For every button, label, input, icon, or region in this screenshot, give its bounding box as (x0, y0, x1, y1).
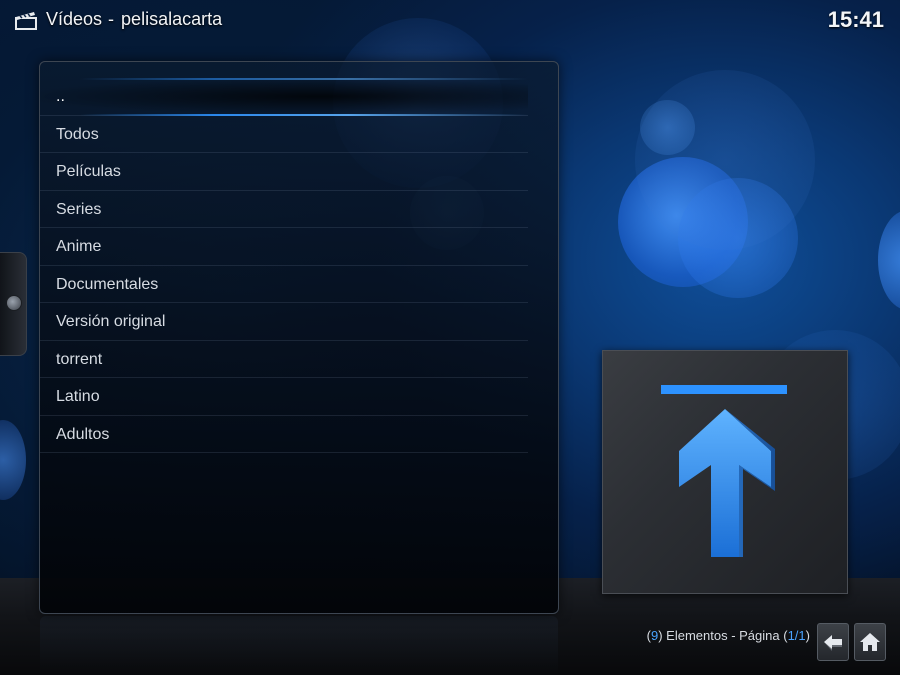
list-item[interactable]: torrent (40, 341, 528, 378)
list-item[interactable]: Películas (40, 153, 528, 191)
clapperboard-icon (14, 9, 38, 31)
list-item[interactable]: Todos (40, 116, 528, 153)
item-counter: (9) Elementos - Página (1/1) (646, 628, 810, 643)
back-arrow-icon (824, 635, 842, 651)
list-item[interactable]: Documentales (40, 266, 528, 303)
page-indicator: 1/1 (787, 628, 806, 643)
list-item-label: .. (56, 88, 65, 105)
list-item-label: Películas (56, 163, 121, 180)
section-name: Vídeos (46, 9, 103, 29)
home-icon (860, 633, 880, 651)
header-bar: Vídeos - pelisalacarta 15:41 (0, 0, 900, 42)
bokeh-bubble (0, 420, 26, 500)
side-menu-knob-icon (6, 295, 22, 311)
clock: 15:41 (827, 7, 884, 32)
list-item[interactable]: Latino (40, 378, 528, 416)
bokeh-bubble (878, 210, 900, 310)
addon-name: pelisalacarta (121, 9, 223, 29)
list-item-label: Versión original (56, 313, 166, 330)
list-item-label: Series (56, 200, 102, 218)
home-button[interactable] (854, 623, 886, 661)
file-list-panel: .. Todos Películas Series Anime Documentales V… (39, 61, 559, 614)
list-item[interactable]: Adultos (40, 416, 528, 453)
parent-folder-item[interactable]: .. (40, 78, 528, 116)
list-item[interactable]: Anime (40, 228, 528, 266)
list-item-label: Adultos (56, 425, 110, 443)
list-item-label: torrent (56, 350, 103, 368)
list-item-label: Documentales (56, 275, 159, 293)
page-title: Vídeos - pelisalacarta (46, 9, 222, 30)
elements-page-label: Elementos - Página (662, 628, 784, 643)
panel-reflection (40, 616, 558, 675)
list-item-label: Anime (56, 238, 102, 255)
list-item-label: Todos (56, 125, 99, 143)
title-separator: - (108, 9, 115, 29)
side-menu-tab[interactable] (0, 252, 27, 356)
back-button[interactable] (817, 623, 849, 661)
focus-highlight-top (80, 78, 528, 80)
bokeh-bubble (635, 70, 815, 250)
folder-up-arrow-icon (661, 385, 787, 557)
bokeh-bubble (640, 100, 695, 155)
file-list: .. Todos Películas Series Anime Documentales V… (40, 78, 558, 453)
list-item[interactable]: Versión original (40, 303, 528, 341)
folder-thumbnail (602, 350, 848, 594)
list-item[interactable]: Series (40, 191, 528, 228)
list-item-label: Latino (56, 388, 100, 405)
